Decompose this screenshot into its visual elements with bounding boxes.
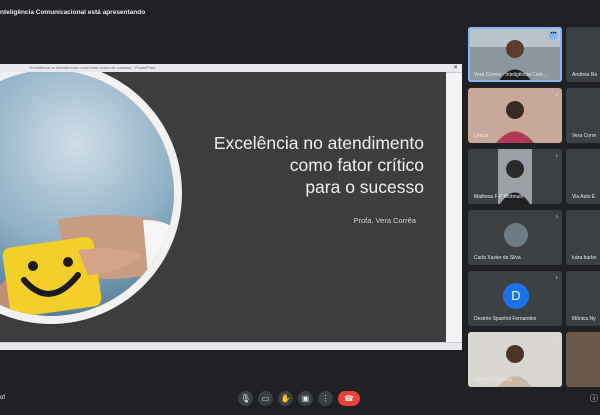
participant-tile[interactable]: Via Auto E: [566, 149, 600, 204]
participant-name: luiza barbo: [572, 255, 597, 261]
participant-avatar: D: [503, 283, 529, 309]
participant-name: Vera Corre: [572, 133, 597, 139]
raise-hand-button[interactable]: ✋: [278, 391, 293, 406]
slide-title-line: Excelência no atendimento: [213, 133, 424, 153]
meeting-info-text: of: [0, 395, 6, 401]
slide-title-line: para o sucesso: [305, 177, 424, 197]
mic-indicator-icon: ♪: [555, 214, 558, 220]
info-icon[interactable]: ⓘ: [590, 393, 598, 404]
more-options-icon[interactable]: •••: [549, 31, 558, 40]
participant-name: Matheus F P Wotmuth: [474, 194, 524, 200]
microphone-button[interactable]: 🎙: [238, 391, 253, 406]
participant-tile[interactable]: Andreia Ra: [566, 27, 600, 82]
participant-name: Mônica Ny: [572, 316, 596, 322]
shared-screen: Excelência no Atendimento como fator crí…: [0, 64, 462, 350]
presenting-banner: nteligência Comunicacional está apresent…: [0, 9, 146, 16]
participant-name: Leticia: [474, 133, 489, 139]
participant-tile[interactable]: D ♪ Desirée Spanhol Fernandes: [468, 271, 562, 326]
participant-tile[interactable]: Vera Corre: [566, 88, 600, 143]
participant-tile[interactable]: ♪ Leticia: [468, 88, 562, 143]
close-icon: ✕: [452, 65, 458, 71]
participant-tile[interactable]: [566, 332, 600, 387]
participant-name: Crisley Dalbosco: [474, 377, 512, 383]
call-controls: of 🎙 ▭ ✋ ▣ ⋮ ☎ ⓘ: [0, 388, 600, 412]
participant-tile[interactable]: ♪ Carla Xavier da Silva: [468, 210, 562, 265]
end-call-button[interactable]: ☎: [338, 391, 360, 406]
window-title: Excelência no Atendimento como fator crí…: [30, 65, 156, 70]
slide-title-line: como fator crítico: [289, 155, 424, 175]
slide-title: Excelência no atendimento como fator crí…: [214, 132, 424, 198]
more-options-button[interactable]: ⋮: [318, 391, 333, 406]
participant-tile[interactable]: ♪ Matheus F P Wotmuth: [468, 149, 562, 204]
mic-indicator-icon: ♪: [555, 153, 558, 159]
participant-name: Desirée Spanhol Fernandes: [474, 316, 537, 322]
slide-author: Profa. Vera Corrêa: [353, 216, 416, 225]
mic-indicator-icon: ♪: [555, 336, 558, 342]
participant-avatar: [504, 223, 528, 247]
participant-tile[interactable]: ••• Vera Correa - Inteligência Com...: [468, 27, 562, 82]
slide: Excelência no atendimento como fator crí…: [0, 72, 446, 342]
mic-indicator-icon: ♪: [555, 92, 558, 98]
participant-name: Via Auto E: [572, 194, 596, 200]
present-button[interactable]: ▣: [298, 391, 313, 406]
participant-tile[interactable]: ♪ Crisley Dalbosco: [468, 332, 562, 387]
participant-tile[interactable]: luiza barbo: [566, 210, 600, 265]
participant-name: Vera Correa - Inteligência Com...: [474, 72, 547, 78]
top-bar: nteligência Comunicacional está apresent…: [0, 0, 600, 26]
participant-tile[interactable]: Mônica Ny: [566, 271, 600, 326]
participant-name: Andreia Ra: [572, 72, 598, 78]
powerpoint-statusbar: [0, 342, 462, 350]
mic-indicator-icon: ♪: [555, 275, 558, 281]
participant-name: Carla Xavier da Silva: [474, 255, 521, 261]
camera-button[interactable]: ▭: [258, 391, 273, 406]
